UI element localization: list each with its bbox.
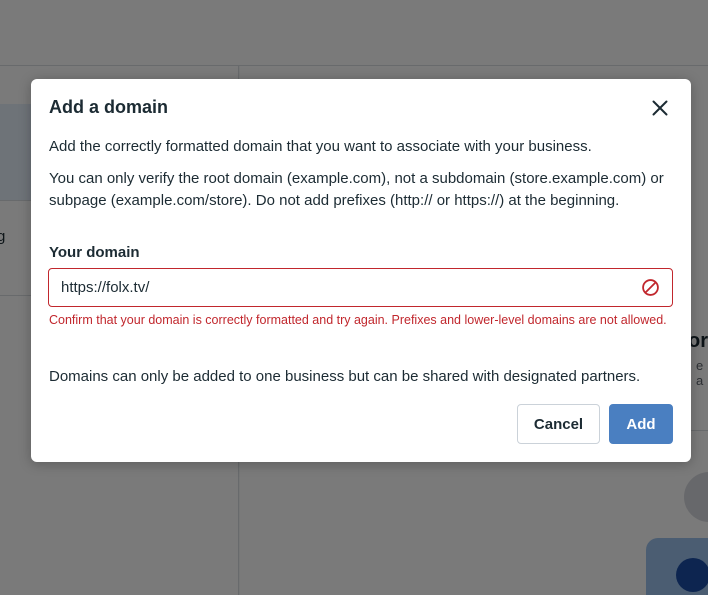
dialog-instructions-text: You can only verify the root domain (exa… bbox=[49, 170, 664, 209]
add-button[interactable]: Add bbox=[609, 404, 673, 444]
dialog-footer-note: Domains can only be added to one busines… bbox=[49, 368, 641, 385]
domain-input-container bbox=[48, 268, 673, 307]
domain-field-label: Your domain bbox=[49, 244, 140, 261]
dialog-title: Add a domain bbox=[49, 97, 169, 117]
close-button[interactable] bbox=[647, 95, 673, 121]
error-prohibited-icon bbox=[642, 279, 659, 296]
domain-input[interactable] bbox=[49, 269, 629, 306]
domain-error-message: Confirm that your domain is correctly fo… bbox=[49, 313, 667, 327]
cancel-button[interactable]: Cancel bbox=[517, 404, 600, 444]
close-icon bbox=[652, 100, 668, 116]
dialog-intro-text: Add the correctly formatted domain that … bbox=[49, 138, 592, 155]
add-domain-dialog: Add a domain Add the correctly formatted… bbox=[31, 79, 691, 462]
